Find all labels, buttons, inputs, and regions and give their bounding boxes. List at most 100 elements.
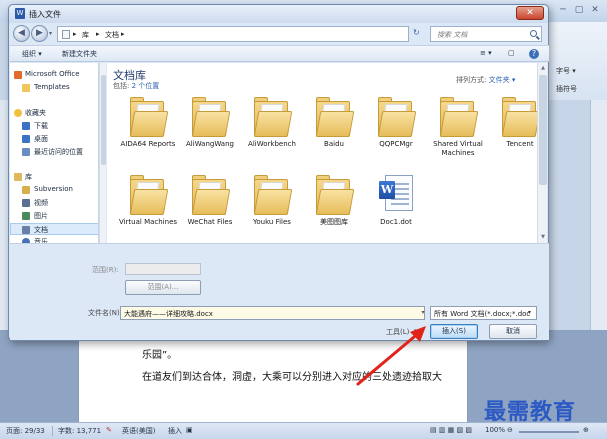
word-maximize-button[interactable]: ▢ [572, 4, 586, 16]
folder-item[interactable]: WeChat Files [179, 175, 241, 241]
sidebar-item-favorites[interactable]: 收藏夹 [10, 107, 98, 119]
breadcrumb-library[interactable]: 库 [82, 30, 89, 40]
file-list-scrollbar[interactable]: ▲ ▼ [537, 63, 547, 243]
document-item[interactable]: W Doc1.dot [365, 175, 427, 241]
library-locations-link[interactable]: 2 个位置 [132, 82, 160, 90]
scrollbar-thumb[interactable] [539, 75, 547, 185]
new-folder-button[interactable]: 新建文件夹 [62, 49, 97, 59]
folder-icon [253, 97, 293, 137]
navigation-pane-scrollbar[interactable] [99, 63, 106, 243]
filename-input[interactable]: 大能遇府——详细攻略.docx [120, 306, 425, 320]
search-input[interactable]: 搜索 文档 [430, 26, 542, 42]
sidebar-item-microsoft-office[interactable]: Microsoft Office [10, 69, 98, 81]
search-icon[interactable] [530, 30, 537, 37]
address-bar[interactable]: ▸ 库 ▸ 文档 ▸ ▾ [57, 26, 442, 42]
forward-arrow-icon[interactable]: ▶ [31, 25, 48, 42]
history-chevron-icon[interactable]: ▾ [49, 30, 52, 37]
insert-button[interactable]: 插入(S) [430, 324, 478, 339]
status-language[interactable]: 英语(美国) [122, 426, 155, 436]
sidebar-item-music[interactable]: 音乐 [10, 236, 98, 243]
zoom-out-icon[interactable]: ⊖ [507, 426, 513, 434]
folder-icon [129, 175, 169, 215]
range-button[interactable]: 范围(A)... [125, 280, 201, 295]
filename-label: 文件名(N): [88, 309, 123, 317]
folder-item[interactable]: AliWorkbench [241, 97, 303, 163]
sidebar-item-videos[interactable]: 视频 [10, 197, 98, 209]
sidebar-item-label: 最近访问的位置 [34, 148, 83, 156]
watermark-logo: 最需教育 [484, 399, 577, 425]
sidebar-item-label: 桌面 [34, 135, 48, 143]
status-page[interactable]: 页面: 29/33 [6, 426, 45, 436]
views-icon[interactable]: ≡ ▾ [480, 49, 492, 57]
sidebar-item-label: 文档 [34, 226, 48, 234]
folder-item[interactable]: Virtual Machines [117, 175, 179, 241]
scroll-up-icon[interactable]: ▲ [539, 64, 547, 72]
proofing-icon[interactable]: ✎ [106, 426, 112, 434]
folder-item[interactable]: AIDA64 Reports [117, 97, 179, 163]
file-name: Youku Files [253, 218, 291, 226]
ribbon-insert-symbol[interactable]: 插符号 [556, 84, 577, 94]
macro-icon[interactable]: ▣ [186, 426, 193, 434]
back-arrow-icon[interactable]: ◀ [13, 25, 30, 42]
document-text-line: 乐园”。 [142, 350, 178, 361]
resize-grip-icon[interactable]: ⋰ [537, 331, 545, 339]
office-icon [14, 71, 22, 79]
organize-button[interactable]: 组织 ▾ [22, 49, 42, 59]
sidebar-item-label: 库 [25, 173, 32, 181]
preview-pane-icon[interactable]: ▢ [508, 49, 515, 57]
dialog-close-button[interactable]: ✕ [516, 6, 544, 20]
sidebar-item-templates[interactable]: Templates [10, 82, 98, 94]
dialog-form: 范围(R): 范围(A)... 文件名(N): 大能遇府——详细攻略.docx … [10, 243, 549, 340]
folder-item[interactable]: QQPCMgr [365, 97, 427, 163]
folder-item[interactable]: Youku Files [241, 175, 303, 241]
folder-item[interactable]: Baidu [303, 97, 365, 163]
help-icon[interactable]: ? [529, 49, 539, 59]
filename-dropdown-icon[interactable]: ▾ [418, 307, 428, 319]
folder-item[interactable]: 美图图库 [303, 175, 365, 241]
downloads-icon [22, 122, 30, 130]
library-subtitle-prefix: 包括: [113, 82, 130, 90]
sidebar-item-subversion[interactable]: Subversion [10, 184, 98, 196]
sidebar-item-recent-places[interactable]: 最近访问的位置 [10, 146, 98, 158]
file-type-select[interactable]: 所有 Word 文档(*.docx;*.doc ▾ [430, 306, 537, 320]
file-type-dropdown-icon[interactable]: ▾ [528, 309, 531, 316]
arrange-dropdown[interactable]: 文件夹 ▾ [489, 76, 516, 84]
address-separator[interactable]: ▸ [96, 30, 100, 38]
zoom-level[interactable]: 100% [485, 426, 505, 434]
address-separator[interactable]: ▸ [121, 30, 125, 38]
zoom-in-icon[interactable]: ⊕ [583, 426, 589, 434]
status-insert-mode[interactable]: 插入 [168, 426, 182, 436]
scrollbar-thumb[interactable] [101, 75, 106, 165]
desktop-icon [22, 135, 30, 143]
library-icon [62, 30, 70, 39]
sidebar-item-pictures[interactable]: 图片 [10, 210, 98, 222]
status-word-count[interactable]: 字数: 13,771 [58, 426, 101, 436]
dialog-title: 插入文件 [29, 10, 61, 19]
folder-icon [501, 97, 537, 137]
folder-item[interactable]: Tencent [489, 97, 537, 163]
cancel-button[interactable]: 取消 [489, 324, 537, 339]
zoom-slider[interactable] [519, 431, 579, 433]
view-layout-icons[interactable]: ▤ ▥ ▦ ▧ ▨ [430, 426, 472, 434]
sidebar-item-documents[interactable]: 文档 [10, 223, 98, 235]
word-app-icon: W [15, 8, 25, 19]
refresh-icon[interactable]: ↻ [413, 28, 420, 37]
folder-item[interactable]: AliWangWang [179, 97, 241, 163]
folder-icon [129, 97, 169, 137]
navigation-pane: Microsoft Office Templates 收藏夹 下载 桌面 最近访… [10, 63, 99, 243]
address-separator[interactable]: ▸ [73, 30, 77, 38]
sidebar-item-libraries[interactable]: 库 [10, 171, 98, 183]
word-close-button[interactable]: ✕ [588, 4, 602, 16]
insert-file-dialog: W 插入文件 ✕ ◀ ▶ ▾ ▸ 库 ▸ 文档 ▸ ▾ ↻ 搜索 文档 组织 ▾… [8, 4, 549, 341]
sidebar-item-downloads[interactable]: 下载 [10, 120, 98, 132]
libraries-icon [14, 173, 22, 181]
folder-item[interactable]: Shared Virtual Machines [427, 97, 489, 163]
sidebar-item-desktop[interactable]: 桌面 [10, 133, 98, 145]
file-name: WeChat Files [187, 218, 233, 226]
word-minimize-button[interactable]: ─ [556, 4, 570, 16]
breadcrumb-documents[interactable]: 文档 [105, 30, 119, 40]
folder-icon [22, 84, 30, 92]
scroll-down-icon[interactable]: ▼ [539, 233, 547, 241]
ribbon-font-size[interactable]: 字号 ▾ [556, 66, 576, 76]
annotation-arrow-icon [356, 326, 426, 386]
